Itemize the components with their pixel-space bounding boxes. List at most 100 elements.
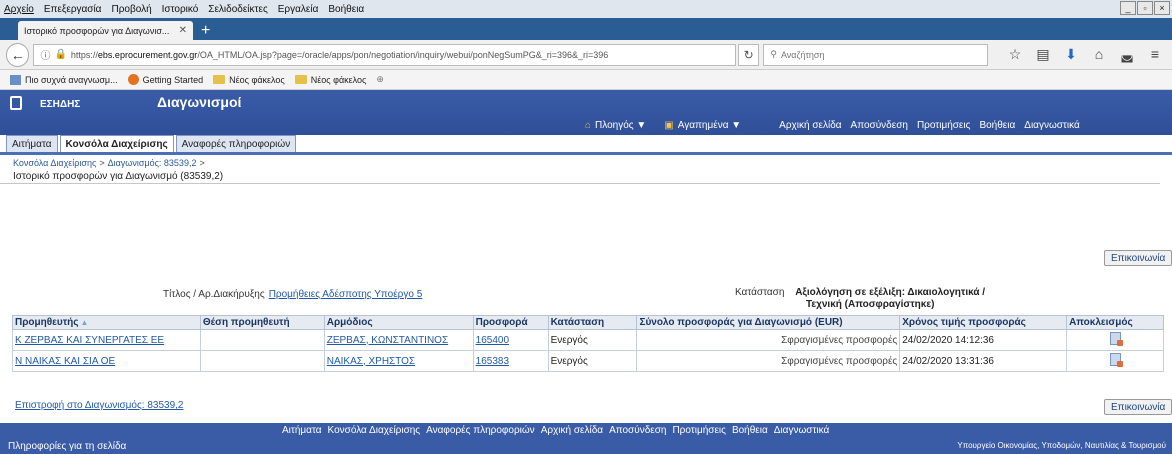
breadcrumb-separator: > (99, 158, 105, 168)
bookmark-folder-1[interactable]: Νέος φάκελος (213, 75, 285, 85)
total-cell: Σφραγισμένες προσφορές (636, 329, 901, 351)
footer-link-logout[interactable]: Αποσύνδεση (609, 425, 666, 436)
contact-button-top[interactable]: Επικοινωνία (1104, 250, 1172, 266)
tab-requests[interactable]: Αιτήματα (6, 135, 58, 152)
bookmark-folder-2[interactable]: Νέος φάκελος (294, 75, 366, 85)
new-tab-icon[interactable]: + (201, 22, 210, 40)
supplier-link[interactable]: Κ ΖΕΡΒΑΣ ΚΑΙ ΣΥΝΕΡΓΑΤΕΣ ΕΕ (15, 335, 164, 346)
browser-tab[interactable]: Ιστορικό προσφορών για Διαγωνισ... ✕ (18, 21, 193, 40)
footer-link-home[interactable]: Αρχική σελίδα (541, 425, 603, 436)
pocket-icon[interactable]: ◛ (1116, 46, 1138, 63)
tab-title: Ιστορικό προσφορών για Διαγωνισ... (24, 25, 170, 36)
col-status: Κατάσταση (547, 315, 638, 330)
favorites-icon: ▣ (664, 119, 674, 131)
offers-table: Προμηθευτής ▲ Θέση προμηθευτή Αρμόδιος Πρ… (12, 315, 1164, 372)
brand-label: ΕΣΗΔΗΣ (40, 99, 81, 110)
footer-link-admin-console[interactable]: Κονσόλα Διαχείρισης (328, 425, 421, 436)
url-bar[interactable]: ⓘ 🔒 https://ebs.eprocurement.gov.gr/OA_H… (33, 43, 736, 66)
status-value-cont: Τεχνική (Αποσφραγίστηκε) (806, 299, 935, 310)
menu-edit[interactable]: Επεξεργασία (44, 4, 102, 15)
offer-link[interactable]: 165400 (476, 335, 509, 346)
download-icon[interactable]: ⬇ (1060, 46, 1082, 63)
breadcrumb-tender[interactable]: Διαγωνισμός: 83539,2 (108, 158, 197, 168)
global-nav-bar: ⌂ Πλοηγός ▼ ▣ Αγαπημένα ▼ Αρχική σελίδα Απ… (0, 115, 1172, 135)
globe-icon: ⊕ (376, 74, 384, 84)
app-tabs: Αιτήματα Κονσόλα Διαχείρισης Αναφορές πλ… (0, 135, 1172, 155)
maximize-icon[interactable]: ▫ (1137, 1, 1153, 15)
global-link-preferences[interactable]: Προτιμήσεις (917, 120, 971, 131)
bookmark-extra[interactable]: ⊕ (376, 74, 384, 85)
page-info-link[interactable]: Πληροφορίες για τη σελίδα (8, 441, 126, 452)
menu-file[interactable]: Αρχείο (4, 4, 34, 15)
exclude-icon[interactable] (1109, 332, 1123, 346)
favorites-menu[interactable]: ▣ Αγαπημένα ▼ (664, 120, 741, 131)
exclude-icon[interactable] (1109, 353, 1123, 367)
menu-bookmarks[interactable]: Σελιδοδείκτες (208, 4, 267, 15)
footer-link-help[interactable]: Βοήθεια (732, 425, 768, 436)
total-cell: Σφραγισμένες προσφορές (636, 350, 901, 372)
tab-info-reports[interactable]: Αναφορές πληροφοριών (175, 135, 297, 152)
bookmark-label: Πιο συχνά αναγνωσμ... (25, 74, 118, 85)
global-link-logout[interactable]: Αποσύνδεση (851, 120, 908, 131)
col-supplier[interactable]: Προμηθευτής ▲ (12, 315, 201, 330)
contact-link[interactable]: ΖΕΡΒΑΣ, ΚΩΝΣΤΑΝΤΙΝΟΣ (327, 335, 448, 346)
menu-tools[interactable]: Εργαλεία (278, 4, 319, 15)
col-exclude: Αποκλεισμός (1066, 315, 1164, 330)
window-controls: _ ▫ × (1119, 1, 1170, 15)
bookmark-label: Νέος φάκελος (229, 74, 285, 85)
folder-icon (213, 75, 226, 84)
reload-icon[interactable]: ↻ (737, 43, 760, 66)
footer-link-diagnostics[interactable]: Διαγνωστικά (774, 425, 830, 436)
firefox-icon (127, 74, 139, 85)
status-label: Κατάσταση (735, 287, 785, 298)
page-title: Ιστορικό προσφορών για Διαγωνισμό (83539… (0, 171, 1160, 184)
bookmark-most-visited[interactable]: Πιο συχνά αναγνωσμ... (10, 74, 118, 85)
footer-link-info-reports[interactable]: Αναφορές πληροφοριών (426, 425, 535, 436)
footer-link-preferences[interactable]: Προτιμήσεις (672, 425, 726, 436)
site-cell (199, 329, 325, 351)
minimize-icon[interactable]: _ (1120, 1, 1136, 15)
contact-button-bottom[interactable]: Επικοινωνία (1104, 399, 1172, 415)
close-tab-icon[interactable]: ✕ (179, 25, 187, 36)
tab-admin-console[interactable]: Κονσόλα Διαχείρισης (59, 135, 174, 152)
menu-history[interactable]: Ιστορικό (162, 4, 199, 15)
library-icon[interactable]: ▤ (1032, 46, 1054, 63)
home-icon[interactable]: ⌂ (1088, 46, 1110, 63)
navigator-label: Πλοηγός ▼ (595, 119, 647, 131)
breadcrumb-separator: > (199, 158, 205, 168)
toolbar-icons: ☆ ▤ ⬇ ⌂ ◛ ≡ (998, 46, 1166, 63)
menu-view[interactable]: Προβολή (111, 4, 151, 15)
navigator-menu[interactable]: ⌂ Πλοηγός ▼ (585, 120, 646, 131)
title-link[interactable]: Προμήθειες Αδέσποτης Υποέργο 5 (269, 289, 423, 300)
col-offer: Προσφορά (472, 315, 549, 330)
supplier-link[interactable]: Ν ΝΑΙΚΑΣ ΚΑΙ ΣΙΑ ΟΕ (15, 356, 115, 367)
status-info: Κατάσταση Αξιολόγηση σε εξέλιξη: Δικαιολ… (735, 287, 985, 298)
info-icon[interactable]: ⓘ (40, 47, 50, 62)
sort-icon[interactable]: ▲ (81, 318, 89, 327)
breadcrumb: Κονσόλα Διαχείρισης > Διαγωνισμός: 83539,2… (0, 158, 1172, 171)
back-to-tender-link[interactable]: Επιστροφή στο Διαγωνισμός: 83539,2 (15, 400, 184, 411)
bookmark-getting-started[interactable]: Getting Started (127, 74, 203, 85)
global-link-home[interactable]: Αρχική σελίδα (779, 120, 841, 131)
star-icon[interactable]: ☆ (1004, 46, 1026, 63)
favorites-label: Αγαπημένα ▼ (677, 119, 742, 131)
contact-link[interactable]: ΝΑΙΚΑΣ, ΧΡΗΣΤΟΣ (327, 356, 415, 367)
back-button[interactable]: ← (6, 42, 30, 67)
browser-navbar: ← ⓘ 🔒 https://ebs.eprocurement.gov.gr/OA… (0, 40, 1172, 70)
global-link-help[interactable]: Βοήθεια (979, 120, 1015, 131)
search-icon: ⚲ (770, 49, 777, 59)
breadcrumb-admin-console[interactable]: Κονσόλα Διαχείρισης (13, 158, 96, 168)
hamburger-menu-icon[interactable]: ≡ (1144, 46, 1166, 63)
status-cell: Ενεργός (547, 350, 638, 372)
menu-help[interactable]: Βοήθεια (328, 4, 364, 15)
browser-tabstrip: Ιστορικό προσφορών για Διαγωνισ... ✕ + (0, 18, 1172, 40)
search-input[interactable]: ⚲ Αναζήτηση (763, 43, 988, 66)
search-placeholder: Αναζήτηση (780, 49, 825, 60)
close-window-icon[interactable]: × (1154, 1, 1170, 15)
footer-links: Αιτήματα Κονσόλα Διαχείρισης Αναφορές πλ… (282, 425, 835, 436)
footer-link-requests[interactable]: Αιτήματα (282, 425, 322, 436)
global-link-diagnostics[interactable]: Διαγνωστικά (1024, 120, 1080, 131)
offer-link[interactable]: 165383 (476, 356, 509, 367)
url-domain: ebs.eprocurement.gov.gr (97, 49, 198, 60)
status-cell: Ενεργός (547, 329, 638, 351)
